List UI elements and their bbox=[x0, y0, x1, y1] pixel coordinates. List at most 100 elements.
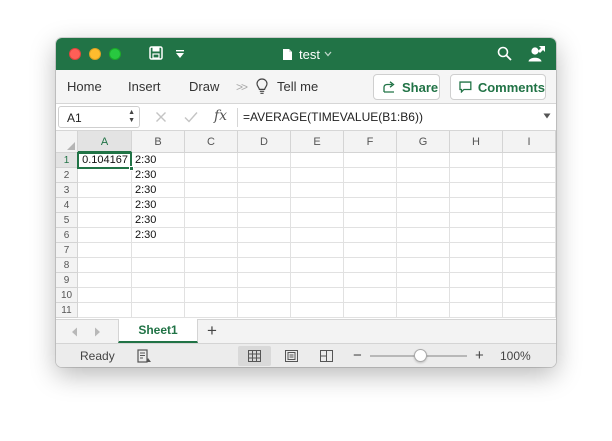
cell-i6[interactable] bbox=[503, 228, 556, 243]
page-layout-view-icon[interactable] bbox=[285, 350, 298, 362]
page-break-preview-icon[interactable] bbox=[320, 350, 333, 362]
cell-c7[interactable] bbox=[185, 243, 238, 258]
cell-h7[interactable] bbox=[450, 243, 503, 258]
cell-b7[interactable] bbox=[132, 243, 185, 258]
cell-c3[interactable] bbox=[185, 183, 238, 198]
cell-g6[interactable] bbox=[397, 228, 450, 243]
cell-i10[interactable] bbox=[503, 288, 556, 303]
cell-b9[interactable] bbox=[132, 273, 185, 288]
cell-c9[interactable] bbox=[185, 273, 238, 288]
select-all-corner[interactable] bbox=[56, 131, 78, 153]
cell-g5[interactable] bbox=[397, 213, 450, 228]
cell-d7[interactable] bbox=[238, 243, 291, 258]
spreadsheet-grid[interactable]: A B C D E F G H I 1 0.104167 2:30 2 2:30 3 2:30 4 2:30 5 2:… bbox=[56, 131, 556, 319]
zoom-out-button[interactable]: − bbox=[353, 347, 362, 364]
cell-h3[interactable] bbox=[450, 183, 503, 198]
checkmark-icon[interactable] bbox=[184, 111, 198, 123]
cell-a7[interactable] bbox=[78, 243, 132, 258]
cell-a6[interactable] bbox=[78, 228, 132, 243]
tab-insert[interactable]: Insert bbox=[128, 79, 161, 94]
cell-a1[interactable]: 0.104167 bbox=[78, 153, 132, 168]
cell-d4[interactable] bbox=[238, 198, 291, 213]
cell-b11[interactable] bbox=[132, 303, 185, 318]
cell-c10[interactable] bbox=[185, 288, 238, 303]
share-person-icon[interactable] bbox=[528, 45, 546, 62]
cell-e5[interactable] bbox=[291, 213, 344, 228]
cell-e8[interactable] bbox=[291, 258, 344, 273]
cell-g4[interactable] bbox=[397, 198, 450, 213]
cell-a5[interactable] bbox=[78, 213, 132, 228]
previous-sheet-icon[interactable] bbox=[71, 327, 78, 337]
cell-g11[interactable] bbox=[397, 303, 450, 318]
cell-f7[interactable] bbox=[344, 243, 397, 258]
cell-g3[interactable] bbox=[397, 183, 450, 198]
cell-c1[interactable] bbox=[185, 153, 238, 168]
cell-c2[interactable] bbox=[185, 168, 238, 183]
cell-f6[interactable] bbox=[344, 228, 397, 243]
cell-i8[interactable] bbox=[503, 258, 556, 273]
cell-h6[interactable] bbox=[450, 228, 503, 243]
cell-d2[interactable] bbox=[238, 168, 291, 183]
cell-b1[interactable]: 2:30 bbox=[132, 153, 185, 168]
cell-g8[interactable] bbox=[397, 258, 450, 273]
cell-e1[interactable] bbox=[291, 153, 344, 168]
cell-e9[interactable] bbox=[291, 273, 344, 288]
insert-function-icon[interactable]: fx bbox=[214, 108, 227, 124]
cell-g2[interactable] bbox=[397, 168, 450, 183]
column-header-a[interactable]: A bbox=[78, 131, 132, 153]
row-header-11[interactable]: 11 bbox=[56, 303, 78, 318]
cell-e11[interactable] bbox=[291, 303, 344, 318]
row-header-9[interactable]: 9 bbox=[56, 273, 78, 288]
cell-d1[interactable] bbox=[238, 153, 291, 168]
cell-g10[interactable] bbox=[397, 288, 450, 303]
add-sheet-button[interactable]: + bbox=[207, 322, 217, 340]
cell-i9[interactable] bbox=[503, 273, 556, 288]
cell-c6[interactable] bbox=[185, 228, 238, 243]
search-icon[interactable] bbox=[497, 46, 512, 61]
row-header-8[interactable]: 8 bbox=[56, 258, 78, 273]
zoom-in-button[interactable]: + bbox=[475, 347, 484, 364]
cell-d8[interactable] bbox=[238, 258, 291, 273]
row-header-10[interactable]: 10 bbox=[56, 288, 78, 303]
cell-d5[interactable] bbox=[238, 213, 291, 228]
cell-e6[interactable] bbox=[291, 228, 344, 243]
name-box[interactable]: A1 ▲ ▼ bbox=[58, 106, 140, 128]
fill-handle[interactable] bbox=[129, 166, 134, 171]
formula-input[interactable]: =AVERAGE(TIMEVALUE(B1:B6)) bbox=[243, 110, 423, 124]
tell-me-search[interactable]: Tell me bbox=[277, 79, 318, 94]
column-header-f[interactable]: F bbox=[344, 131, 397, 153]
row-header-2[interactable]: 2 bbox=[56, 168, 78, 183]
sheet-tab[interactable]: Sheet1 bbox=[118, 319, 198, 343]
cell-a8[interactable] bbox=[78, 258, 132, 273]
cell-h2[interactable] bbox=[450, 168, 503, 183]
cell-i4[interactable] bbox=[503, 198, 556, 213]
cell-c4[interactable] bbox=[185, 198, 238, 213]
cancel-icon[interactable] bbox=[155, 111, 167, 123]
cell-e3[interactable] bbox=[291, 183, 344, 198]
column-header-c[interactable]: C bbox=[185, 131, 238, 153]
cell-a3[interactable] bbox=[78, 183, 132, 198]
more-tabs-chevron[interactable]: >> bbox=[236, 80, 248, 94]
cell-e4[interactable] bbox=[291, 198, 344, 213]
normal-view-button[interactable] bbox=[238, 346, 271, 366]
cell-f3[interactable] bbox=[344, 183, 397, 198]
cell-e10[interactable] bbox=[291, 288, 344, 303]
next-sheet-icon[interactable] bbox=[94, 327, 101, 337]
row-header-6[interactable]: 6 bbox=[56, 228, 78, 243]
row-header-7[interactable]: 7 bbox=[56, 243, 78, 258]
cell-i5[interactable] bbox=[503, 213, 556, 228]
document-title[interactable]: test bbox=[282, 45, 332, 63]
cell-e2[interactable] bbox=[291, 168, 344, 183]
row-header-1[interactable]: 1 bbox=[56, 153, 78, 168]
cell-h8[interactable] bbox=[450, 258, 503, 273]
column-header-h[interactable]: H bbox=[450, 131, 503, 153]
cell-f2[interactable] bbox=[344, 168, 397, 183]
macro-recording-icon[interactable] bbox=[136, 349, 152, 363]
close-icon[interactable] bbox=[69, 48, 81, 60]
cell-d3[interactable] bbox=[238, 183, 291, 198]
tab-home[interactable]: Home bbox=[67, 79, 102, 94]
cell-g7[interactable] bbox=[397, 243, 450, 258]
cell-b8[interactable] bbox=[132, 258, 185, 273]
column-header-i[interactable]: I bbox=[503, 131, 556, 153]
cell-d9[interactable] bbox=[238, 273, 291, 288]
